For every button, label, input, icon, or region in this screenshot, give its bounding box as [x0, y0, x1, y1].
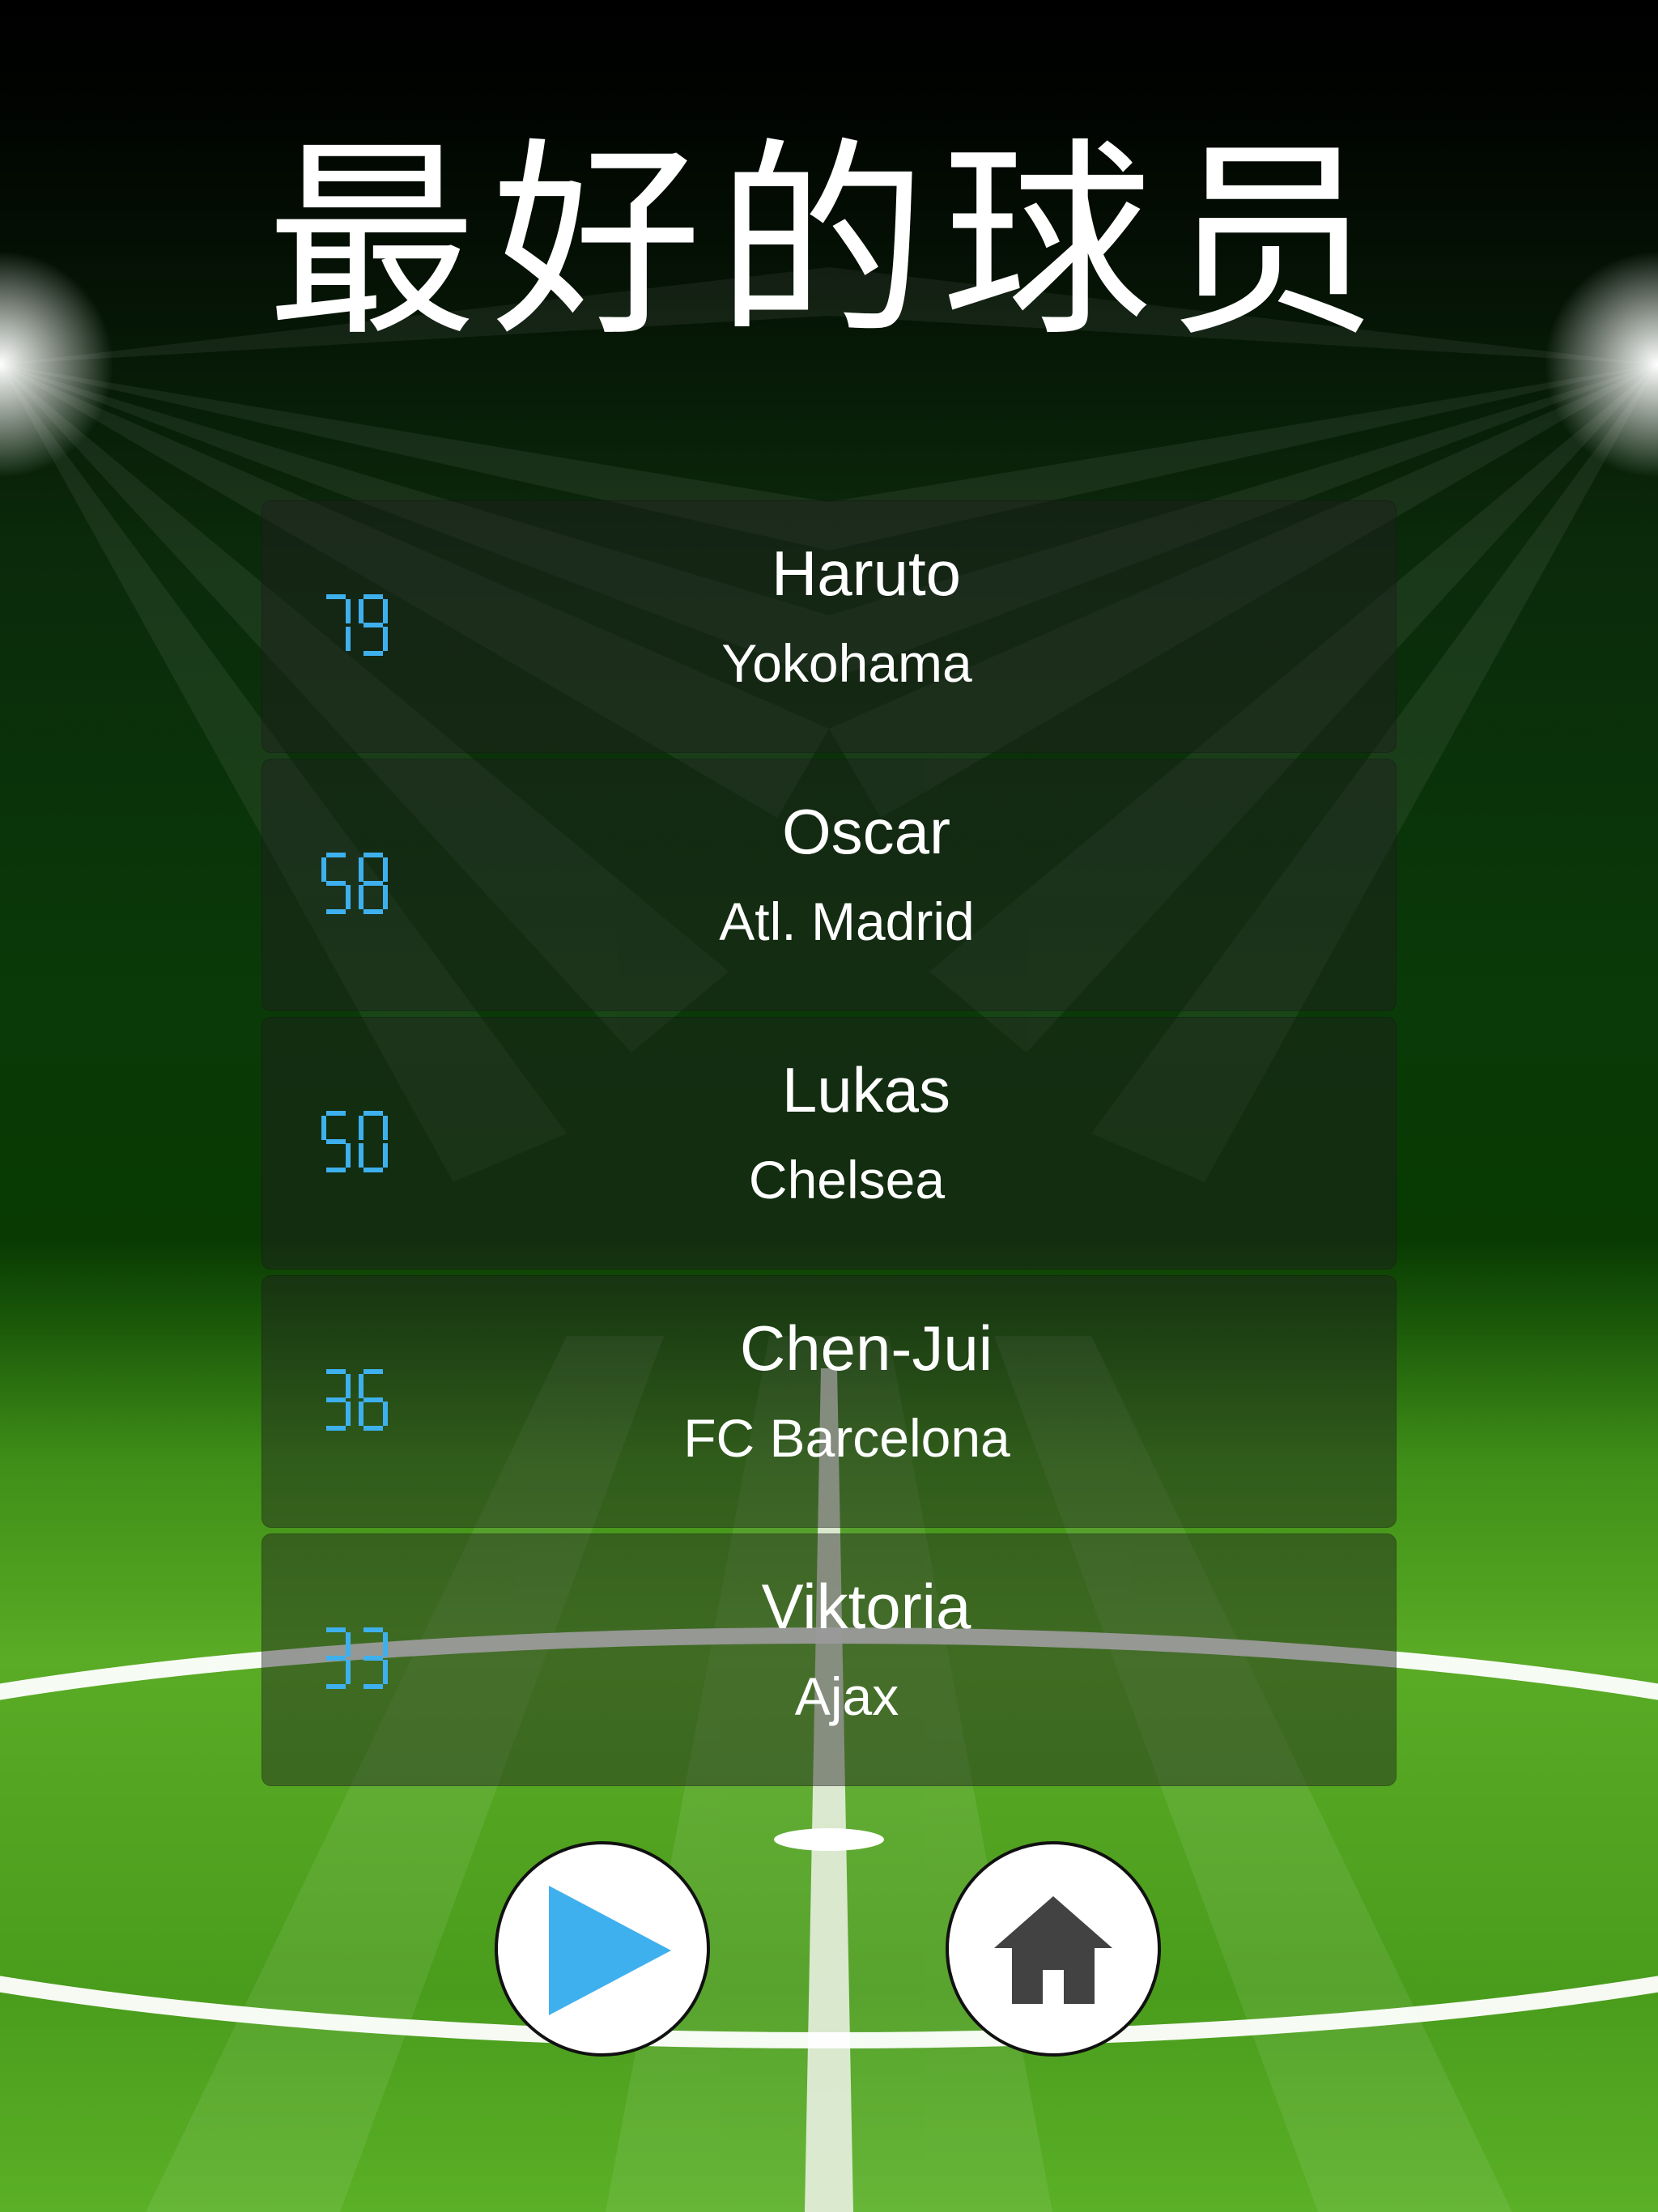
- page-title: 最好的球员: [266, 121, 1392, 365]
- team-name: FC Barcelona: [683, 1408, 1010, 1468]
- player-name: Haruto: [771, 538, 962, 609]
- team-name: Chelsea: [748, 1150, 946, 1210]
- play-icon: [549, 1886, 671, 2015]
- leaderboard-row: Chen-Jui FC Barcelona: [261, 1275, 1397, 1528]
- player-name: Viktoria: [761, 1571, 971, 1642]
- leaderboard: Haruto Yokohama Oscar Atl. Madrid Lukas Chels…: [261, 500, 1397, 1792]
- team-name: Atl. Madrid: [719, 891, 975, 951]
- leaderboard-row: Haruto Yokohama: [261, 500, 1397, 753]
- home-icon: [994, 1896, 1112, 2004]
- leaderboard-row: Lukas Chelsea: [261, 1017, 1397, 1270]
- leaderboard-row: Oscar Atl. Madrid: [261, 759, 1397, 1011]
- player-name: Oscar: [781, 796, 951, 867]
- home-button[interactable]: [946, 1841, 1161, 2057]
- game-screen: 最好的球员 Haruto Yokohama Oscar Atl. Madrid Luka…: [0, 0, 1658, 2212]
- player-name: Chen-Jui: [739, 1312, 993, 1384]
- player-name: Lukas: [781, 1054, 951, 1125]
- team-name: Ajax: [794, 1666, 899, 1726]
- play-button[interactable]: [495, 1841, 710, 2057]
- team-name: Yokohama: [721, 633, 972, 693]
- leaderboard-row: Viktoria Ajax: [261, 1534, 1397, 1786]
